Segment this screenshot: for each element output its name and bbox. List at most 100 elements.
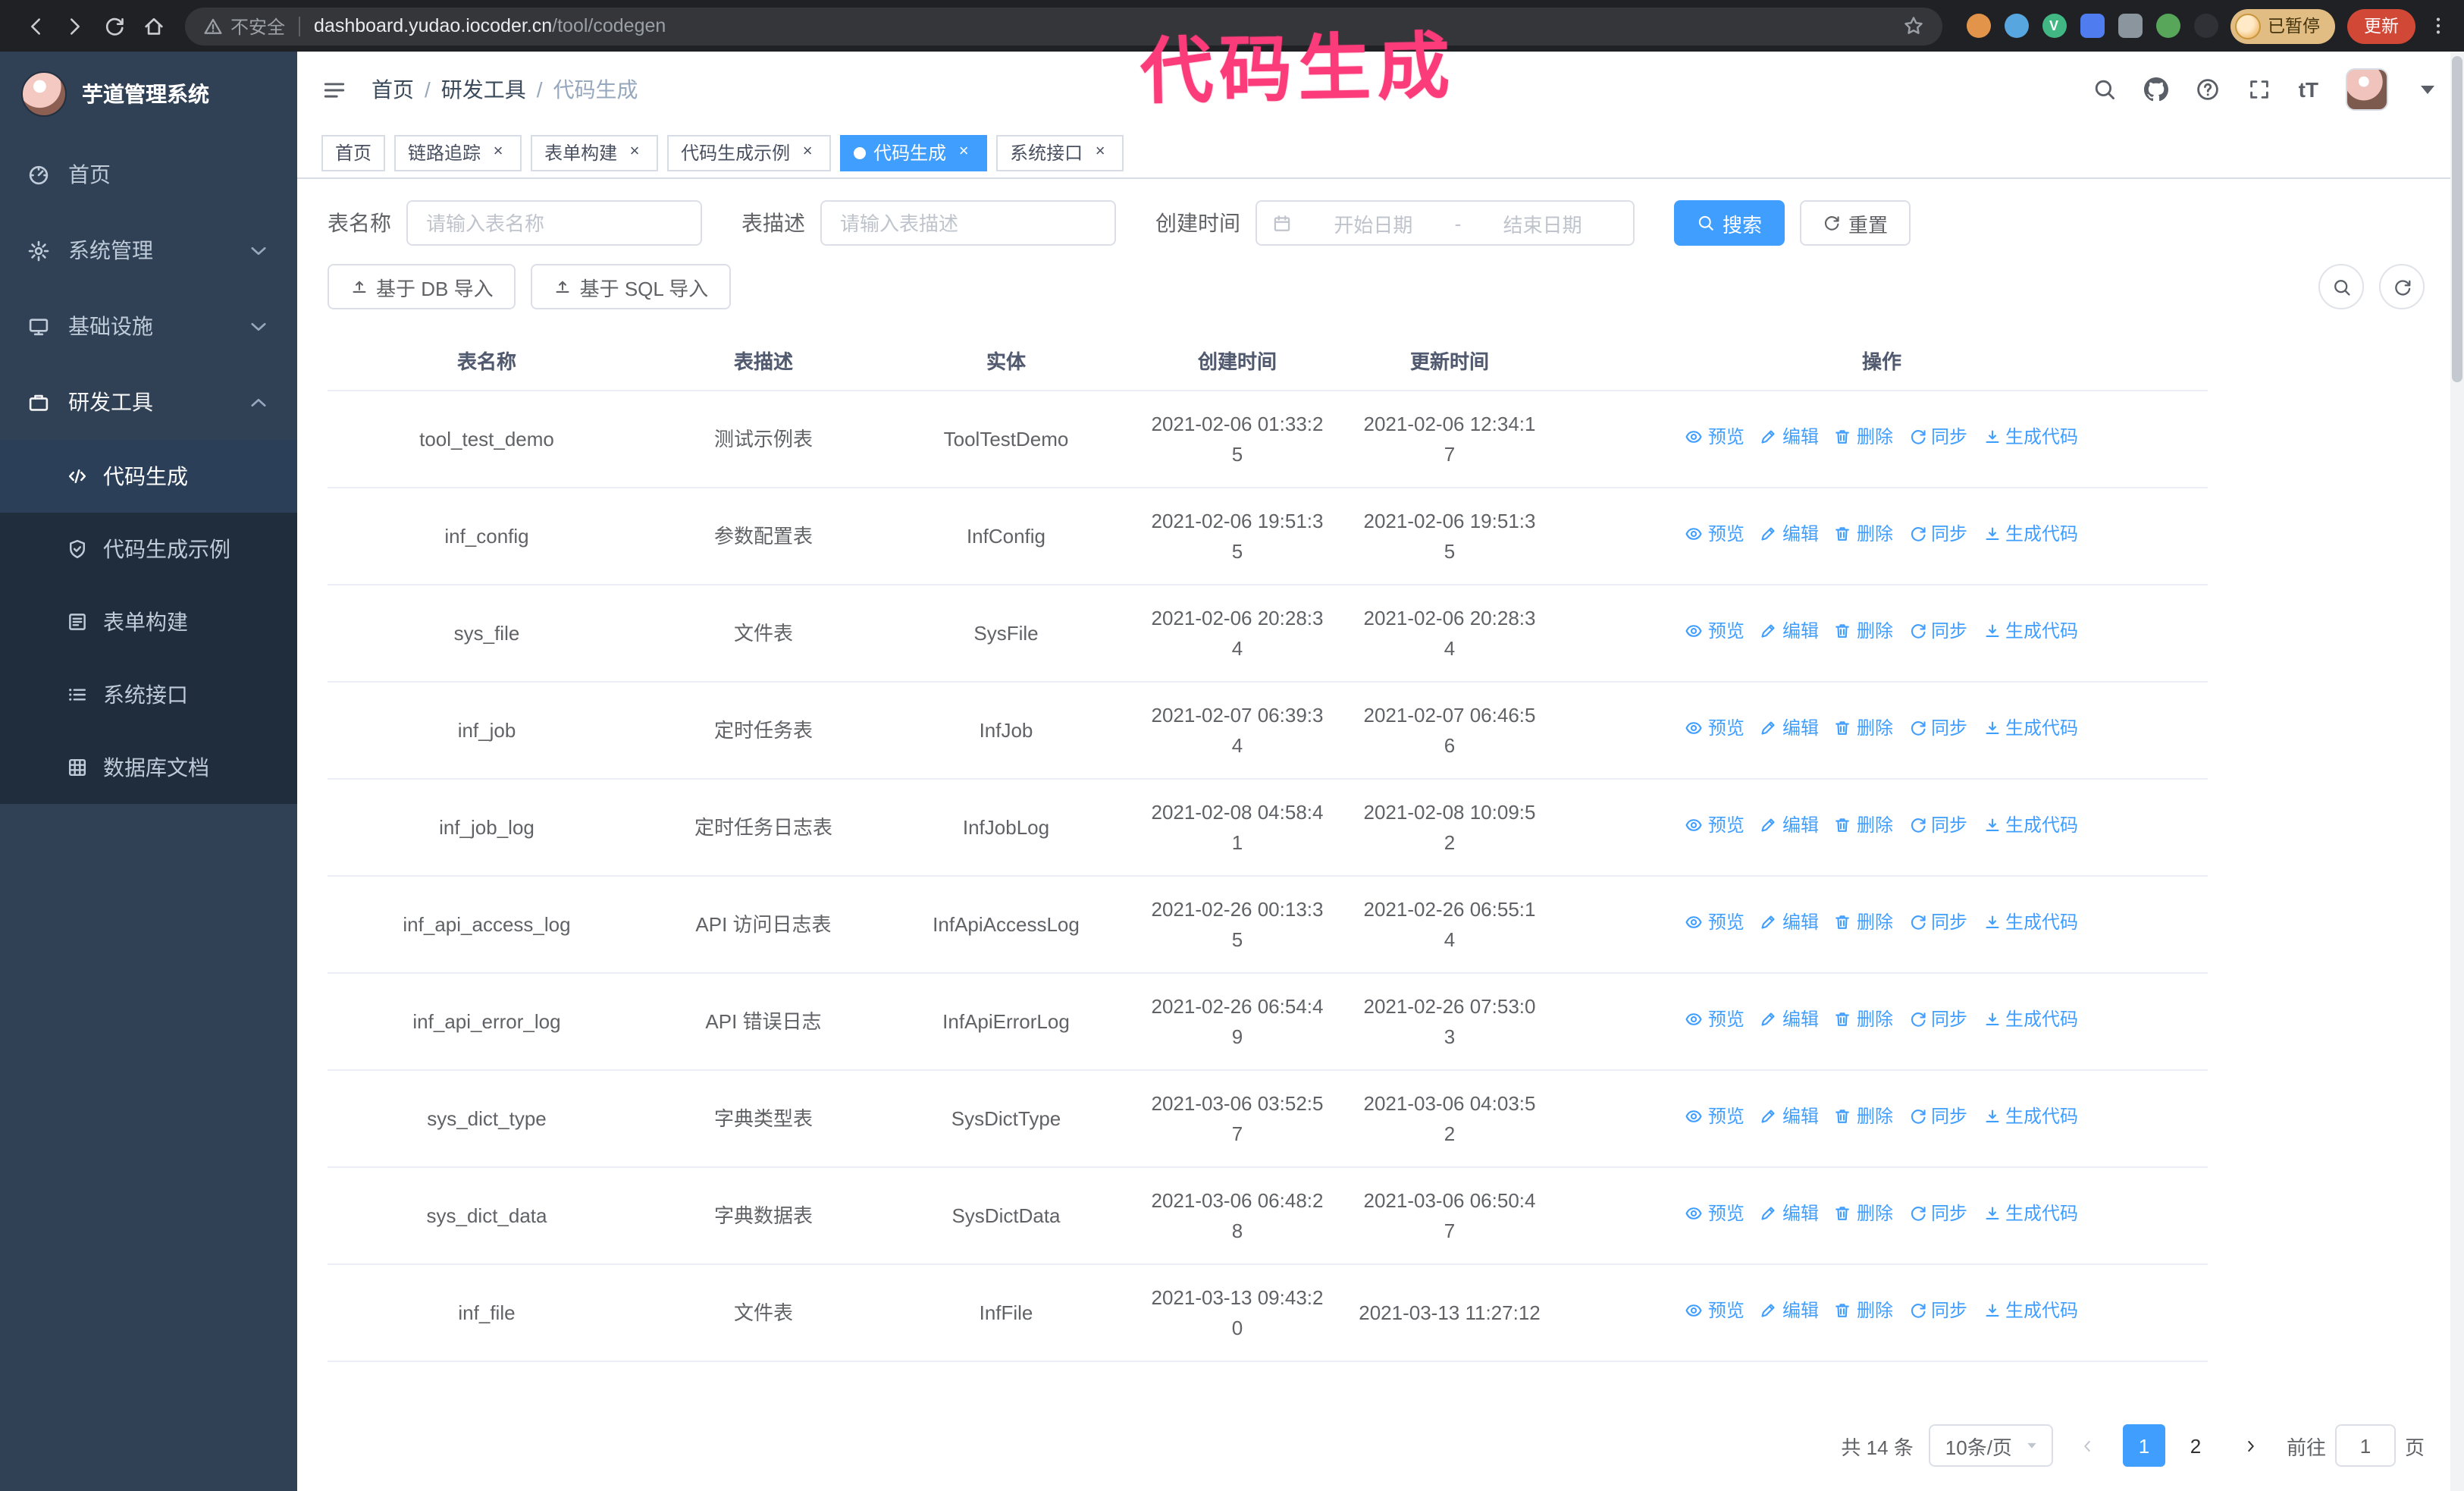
extension-icon[interactable]: [2080, 14, 2104, 38]
eye-action-link[interactable]: 预览: [1685, 1298, 1745, 1325]
page-button-1[interactable]: 1: [2122, 1424, 2165, 1467]
extension-icon[interactable]: [1966, 14, 1990, 38]
forward-icon[interactable]: [55, 6, 94, 46]
download-action-link[interactable]: 生成代码: [1983, 618, 2078, 645]
download-action-link[interactable]: 生成代码: [1983, 909, 2078, 937]
download-action-link[interactable]: 生成代码: [1983, 1201, 2078, 1228]
close-icon[interactable]: ×: [798, 143, 817, 162]
close-icon[interactable]: ×: [954, 143, 973, 162]
eye-action-link[interactable]: 预览: [1685, 909, 1745, 937]
edit-action-link[interactable]: 编辑: [1760, 909, 1819, 937]
eye-action-link[interactable]: 预览: [1685, 715, 1745, 742]
tab-3[interactable]: 代码生成示例 ×: [667, 134, 832, 171]
sync-action-link[interactable]: 同步: [1908, 618, 1967, 645]
close-icon[interactable]: ×: [625, 143, 644, 162]
del-action-link[interactable]: 删除: [1834, 1103, 1893, 1131]
browser-menu-icon[interactable]: [2428, 15, 2449, 36]
table-name-input[interactable]: [406, 200, 702, 246]
eye-action-link[interactable]: 预览: [1685, 1201, 1745, 1228]
sync-action-link[interactable]: 同步: [1908, 909, 1967, 937]
sync-action-link[interactable]: 同步: [1908, 424, 1967, 451]
fullscreen-icon[interactable]: [2247, 77, 2271, 102]
download-action-link[interactable]: 生成代码: [1983, 1103, 2078, 1131]
edit-action-link[interactable]: 编辑: [1760, 1298, 1819, 1325]
import-sql-button[interactable]: 基于 SQL 导入: [531, 264, 732, 309]
del-action-link[interactable]: 删除: [1834, 909, 1893, 937]
tab-1[interactable]: 链路追踪 ×: [394, 134, 522, 171]
extension-icon[interactable]: [2155, 14, 2180, 38]
sidebar-item-infra[interactable]: 基础设施: [0, 288, 297, 364]
search-icon[interactable]: [2093, 77, 2117, 102]
sync-action-link[interactable]: 同步: [1908, 1103, 1967, 1131]
edit-action-link[interactable]: 编辑: [1760, 812, 1819, 840]
goto-page-input[interactable]: [2334, 1424, 2396, 1467]
import-db-button[interactable]: 基于 DB 导入: [328, 264, 516, 309]
back-icon[interactable]: [15, 6, 55, 46]
logo[interactable]: 芋道管理系统: [0, 52, 297, 137]
eye-action-link[interactable]: 预览: [1685, 1103, 1745, 1131]
window-scrollbar[interactable]: [2450, 52, 2464, 1491]
close-icon[interactable]: ×: [1090, 143, 1110, 162]
sidebar-toggle-icon[interactable]: [321, 77, 347, 102]
extension-icon[interactable]: [2193, 14, 2218, 38]
tab-5[interactable]: 系统接口 ×: [996, 134, 1124, 171]
page-button-2[interactable]: 2: [2174, 1424, 2217, 1467]
sidebar-item-devtools[interactable]: 研发工具: [0, 364, 297, 440]
date-range-picker[interactable]: 开始日期 - 结束日期: [1256, 200, 1635, 246]
sync-action-link[interactable]: 同步: [1908, 812, 1967, 840]
download-action-link[interactable]: 生成代码: [1983, 424, 2078, 451]
search-button[interactable]: 搜索: [1674, 200, 1785, 246]
del-action-link[interactable]: 删除: [1834, 521, 1893, 548]
eye-action-link[interactable]: 预览: [1685, 812, 1745, 840]
edit-action-link[interactable]: 编辑: [1760, 715, 1819, 742]
caret-down-icon[interactable]: [2415, 77, 2440, 102]
update-button[interactable]: 更新: [2347, 8, 2415, 43]
del-action-link[interactable]: 删除: [1834, 1298, 1893, 1325]
address-bar[interactable]: 不安全 dashboard.yudao.iocoder.cn/tool/code…: [185, 7, 1942, 45]
reload-icon[interactable]: [94, 6, 133, 46]
del-action-link[interactable]: 删除: [1834, 1006, 1893, 1034]
tab-2[interactable]: 表单构建 ×: [531, 134, 659, 171]
toggle-search-button[interactable]: [2318, 264, 2364, 309]
security-indicator[interactable]: 不安全: [203, 13, 285, 39]
extension-icon[interactable]: [2004, 14, 2028, 38]
download-action-link[interactable]: 生成代码: [1983, 715, 2078, 742]
table-desc-input[interactable]: [820, 200, 1116, 246]
eye-action-link[interactable]: 预览: [1685, 618, 1745, 645]
github-icon[interactable]: [2143, 77, 2168, 102]
breadcrumb-item[interactable]: 研发工具: [441, 74, 526, 105]
sync-action-link[interactable]: 同步: [1908, 521, 1967, 548]
help-icon[interactable]: [2196, 77, 2220, 102]
close-icon[interactable]: ×: [488, 143, 508, 162]
scrollbar-thumb[interactable]: [2452, 56, 2462, 382]
eye-action-link[interactable]: 预览: [1685, 1006, 1745, 1034]
sidebar-item-codegen[interactable]: 代码生成: [0, 440, 297, 513]
home-icon[interactable]: [133, 6, 173, 46]
edit-action-link[interactable]: 编辑: [1760, 1201, 1819, 1228]
next-page-icon[interactable]: [2232, 1424, 2271, 1467]
del-action-link[interactable]: 删除: [1834, 618, 1893, 645]
refresh-table-button[interactable]: [2379, 264, 2425, 309]
sidebar-item-db-doc[interactable]: 数据库文档: [0, 731, 297, 804]
del-action-link[interactable]: 删除: [1834, 715, 1893, 742]
breadcrumb-item[interactable]: 首页: [371, 74, 414, 105]
eye-action-link[interactable]: 预览: [1685, 521, 1745, 548]
sidebar-item-home[interactable]: 首页: [0, 137, 297, 212]
tab-0[interactable]: 首页: [321, 134, 386, 171]
extension-icon[interactable]: [2118, 14, 2142, 38]
edit-action-link[interactable]: 编辑: [1760, 424, 1819, 451]
sync-action-link[interactable]: 同步: [1908, 715, 1967, 742]
sidebar-item-form-builder[interactable]: 表单构建: [0, 585, 297, 658]
sync-action-link[interactable]: 同步: [1908, 1006, 1967, 1034]
eye-action-link[interactable]: 预览: [1685, 424, 1745, 451]
sync-action-link[interactable]: 同步: [1908, 1298, 1967, 1325]
download-action-link[interactable]: 生成代码: [1983, 521, 2078, 548]
sidebar-item-system[interactable]: 系统管理: [0, 212, 297, 288]
reset-button[interactable]: 重置: [1800, 200, 1911, 246]
edit-action-link[interactable]: 编辑: [1760, 1006, 1819, 1034]
sidebar-item-codegen-example[interactable]: 代码生成示例: [0, 513, 297, 585]
user-avatar[interactable]: [2346, 68, 2388, 111]
del-action-link[interactable]: 删除: [1834, 812, 1893, 840]
download-action-link[interactable]: 生成代码: [1983, 1006, 2078, 1034]
page-size-select[interactable]: 10条/页: [1928, 1424, 2053, 1467]
